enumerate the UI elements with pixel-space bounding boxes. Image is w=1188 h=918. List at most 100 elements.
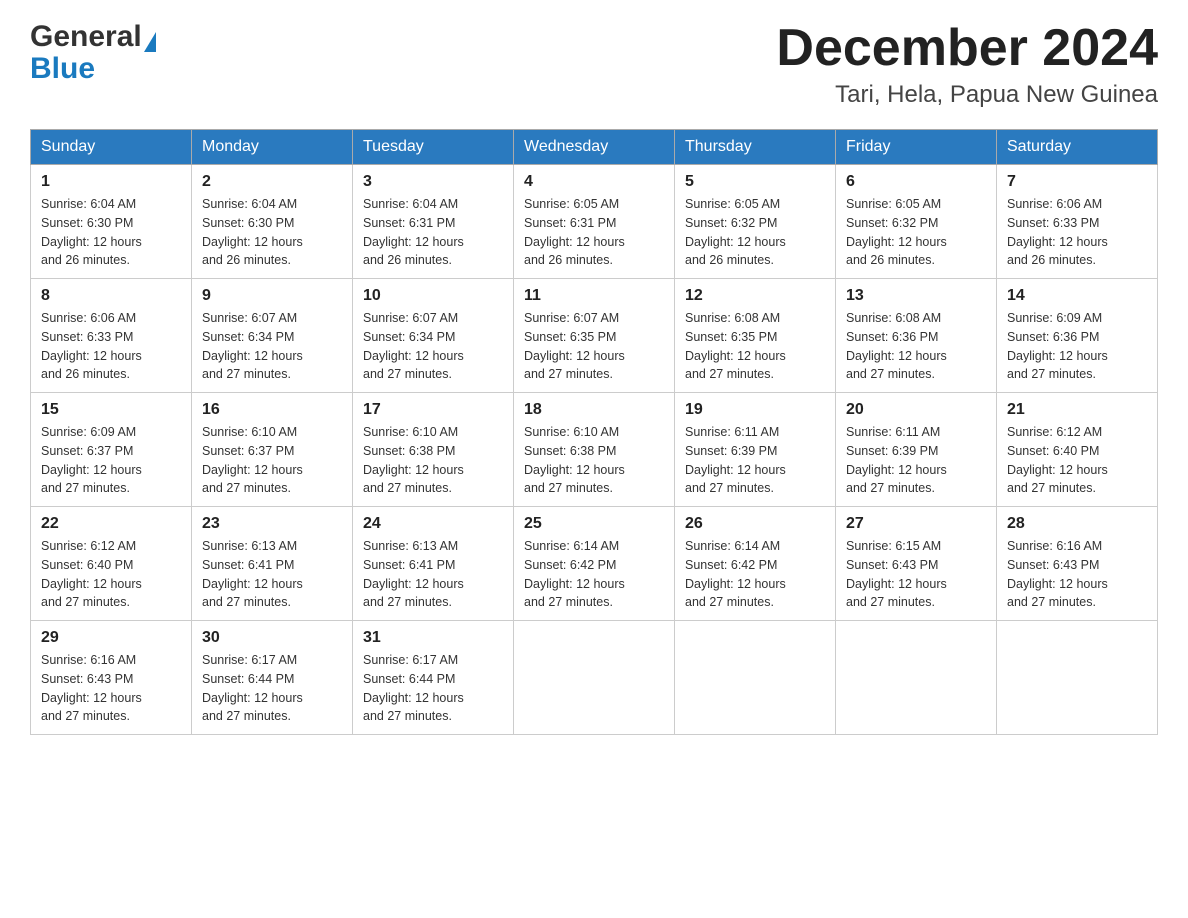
- day-number: 4: [524, 173, 664, 191]
- calendar-cell: 21 Sunrise: 6:12 AMSunset: 6:40 PMDayligh…: [997, 393, 1158, 507]
- day-info: Sunrise: 6:16 AMSunset: 6:43 PMDaylight:…: [41, 651, 181, 726]
- day-info: Sunrise: 6:17 AMSunset: 6:44 PMDaylight:…: [363, 651, 503, 726]
- day-number: 30: [202, 629, 342, 647]
- calendar-cell: 30 Sunrise: 6:17 AMSunset: 6:44 PMDayligh…: [192, 621, 353, 735]
- day-info: Sunrise: 6:08 AMSunset: 6:36 PMDaylight:…: [846, 309, 986, 384]
- day-info: Sunrise: 6:05 AMSunset: 6:32 PMDaylight:…: [685, 195, 825, 270]
- column-header-monday: Monday: [192, 130, 353, 165]
- logo-general: General: [30, 20, 142, 53]
- day-number: 2: [202, 173, 342, 191]
- title-block: December 2024 Tari, Hela, Papua New Guin…: [776, 20, 1158, 109]
- day-info: Sunrise: 6:16 AMSunset: 6:43 PMDaylight:…: [1007, 537, 1147, 612]
- day-number: 18: [524, 401, 664, 419]
- calendar-cell: 16 Sunrise: 6:10 AMSunset: 6:37 PMDayligh…: [192, 393, 353, 507]
- day-number: 29: [41, 629, 181, 647]
- day-info: Sunrise: 6:12 AMSunset: 6:40 PMDaylight:…: [1007, 423, 1147, 498]
- day-info: Sunrise: 6:11 AMSunset: 6:39 PMDaylight:…: [685, 423, 825, 498]
- calendar-cell: 7Sunrise: 6:06 AMSunset: 6:33 PMDaylight…: [997, 165, 1158, 279]
- day-number: 28: [1007, 515, 1147, 533]
- calendar-cell: 13 Sunrise: 6:08 AMSunset: 6:36 PMDayligh…: [836, 279, 997, 393]
- column-header-sunday: Sunday: [31, 130, 192, 165]
- day-number: 15: [41, 401, 181, 419]
- day-info: Sunrise: 6:07 AMSunset: 6:35 PMDaylight:…: [524, 309, 664, 384]
- calendar-cell: 23 Sunrise: 6:13 AMSunset: 6:41 PMDayligh…: [192, 507, 353, 621]
- calendar-cell: [836, 621, 997, 735]
- day-number: 11: [524, 287, 664, 305]
- day-number: 10: [363, 287, 503, 305]
- day-info: Sunrise: 6:13 AMSunset: 6:41 PMDaylight:…: [202, 537, 342, 612]
- day-number: 6: [846, 173, 986, 191]
- calendar-cell: 11 Sunrise: 6:07 AMSunset: 6:35 PMDayligh…: [514, 279, 675, 393]
- day-number: 21: [1007, 401, 1147, 419]
- day-info: Sunrise: 6:09 AMSunset: 6:36 PMDaylight:…: [1007, 309, 1147, 384]
- day-info: Sunrise: 6:11 AMSunset: 6:39 PMDaylight:…: [846, 423, 986, 498]
- month-year-title: December 2024: [776, 20, 1158, 77]
- calendar-cell: 20 Sunrise: 6:11 AMSunset: 6:39 PMDayligh…: [836, 393, 997, 507]
- calendar-cell: 2Sunrise: 6:04 AMSunset: 6:30 PMDaylight…: [192, 165, 353, 279]
- calendar-cell: [675, 621, 836, 735]
- calendar-cell: 25 Sunrise: 6:14 AMSunset: 6:42 PMDayligh…: [514, 507, 675, 621]
- calendar-cell: 8Sunrise: 6:06 AMSunset: 6:33 PMDaylight…: [31, 279, 192, 393]
- day-number: 7: [1007, 173, 1147, 191]
- calendar-cell: 5 Sunrise: 6:05 AMSunset: 6:32 PMDaylight…: [675, 165, 836, 279]
- calendar-cell: 26 Sunrise: 6:14 AMSunset: 6:42 PMDayligh…: [675, 507, 836, 621]
- day-info: Sunrise: 6:14 AMSunset: 6:42 PMDaylight:…: [524, 537, 664, 612]
- day-number: 23: [202, 515, 342, 533]
- calendar-cell: 19 Sunrise: 6:11 AMSunset: 6:39 PMDayligh…: [675, 393, 836, 507]
- calendar-table: SundayMondayTuesdayWednesdayThursdayFrid…: [30, 129, 1158, 735]
- calendar-header-row: SundayMondayTuesdayWednesdayThursdayFrid…: [31, 130, 1158, 165]
- day-info: Sunrise: 6:06 AMSunset: 6:33 PMDaylight:…: [41, 309, 181, 384]
- calendar-cell: [997, 621, 1158, 735]
- calendar-cell: 9Sunrise: 6:07 AMSunset: 6:34 PMDaylight…: [192, 279, 353, 393]
- calendar-cell: 18Sunrise: 6:10 AMSunset: 6:38 PMDayligh…: [514, 393, 675, 507]
- day-number: 9: [202, 287, 342, 305]
- location-subtitle: Tari, Hela, Papua New Guinea: [776, 81, 1158, 109]
- day-info: Sunrise: 6:04 AMSunset: 6:30 PMDaylight:…: [41, 195, 181, 270]
- calendar-cell: 12Sunrise: 6:08 AMSunset: 6:35 PMDayligh…: [675, 279, 836, 393]
- calendar-cell: 14 Sunrise: 6:09 AMSunset: 6:36 PMDayligh…: [997, 279, 1158, 393]
- day-info: Sunrise: 6:14 AMSunset: 6:42 PMDaylight:…: [685, 537, 825, 612]
- day-number: 19: [685, 401, 825, 419]
- column-header-thursday: Thursday: [675, 130, 836, 165]
- logo-text: General: [30, 20, 156, 54]
- day-number: 13: [846, 287, 986, 305]
- day-info: Sunrise: 6:05 AMSunset: 6:32 PMDaylight:…: [846, 195, 986, 270]
- calendar-cell: 4Sunrise: 6:05 AMSunset: 6:31 PMDaylight…: [514, 165, 675, 279]
- day-info: Sunrise: 6:04 AMSunset: 6:31 PMDaylight:…: [363, 195, 503, 270]
- calendar-cell: 10 Sunrise: 6:07 AMSunset: 6:34 PMDayligh…: [353, 279, 514, 393]
- day-number: 14: [1007, 287, 1147, 305]
- day-number: 17: [363, 401, 503, 419]
- week-row-4: 22Sunrise: 6:12 AMSunset: 6:40 PMDayligh…: [31, 507, 1158, 621]
- logo: General Blue: [30, 20, 156, 84]
- day-number: 1: [41, 173, 181, 191]
- day-number: 24: [363, 515, 503, 533]
- calendar-cell: 31 Sunrise: 6:17 AMSunset: 6:44 PMDayligh…: [353, 621, 514, 735]
- page-header: General Blue December 2024 Tari, Hela, P…: [30, 20, 1158, 109]
- column-header-tuesday: Tuesday: [353, 130, 514, 165]
- day-info: Sunrise: 6:07 AMSunset: 6:34 PMDaylight:…: [363, 309, 503, 384]
- day-number: 20: [846, 401, 986, 419]
- day-number: 5: [685, 173, 825, 191]
- column-header-saturday: Saturday: [997, 130, 1158, 165]
- day-number: 22: [41, 515, 181, 533]
- calendar-cell: 17Sunrise: 6:10 AMSunset: 6:38 PMDayligh…: [353, 393, 514, 507]
- day-info: Sunrise: 6:15 AMSunset: 6:43 PMDaylight:…: [846, 537, 986, 612]
- calendar-cell: 24Sunrise: 6:13 AMSunset: 6:41 PMDayligh…: [353, 507, 514, 621]
- day-number: 12: [685, 287, 825, 305]
- week-row-1: 1 Sunrise: 6:04 AMSunset: 6:30 PMDaylight…: [31, 165, 1158, 279]
- week-row-3: 15Sunrise: 6:09 AMSunset: 6:37 PMDayligh…: [31, 393, 1158, 507]
- logo-triangle-icon: [144, 32, 156, 52]
- day-number: 25: [524, 515, 664, 533]
- calendar-cell: 15Sunrise: 6:09 AMSunset: 6:37 PMDayligh…: [31, 393, 192, 507]
- column-header-friday: Friday: [836, 130, 997, 165]
- day-number: 31: [363, 629, 503, 647]
- day-number: 26: [685, 515, 825, 533]
- logo-blue-text: Blue: [30, 54, 95, 84]
- day-number: 16: [202, 401, 342, 419]
- calendar-cell: 28 Sunrise: 6:16 AMSunset: 6:43 PMDayligh…: [997, 507, 1158, 621]
- calendar-cell: 1 Sunrise: 6:04 AMSunset: 6:30 PMDaylight…: [31, 165, 192, 279]
- day-info: Sunrise: 6:17 AMSunset: 6:44 PMDaylight:…: [202, 651, 342, 726]
- week-row-5: 29 Sunrise: 6:16 AMSunset: 6:43 PMDayligh…: [31, 621, 1158, 735]
- column-header-wednesday: Wednesday: [514, 130, 675, 165]
- day-info: Sunrise: 6:10 AMSunset: 6:37 PMDaylight:…: [202, 423, 342, 498]
